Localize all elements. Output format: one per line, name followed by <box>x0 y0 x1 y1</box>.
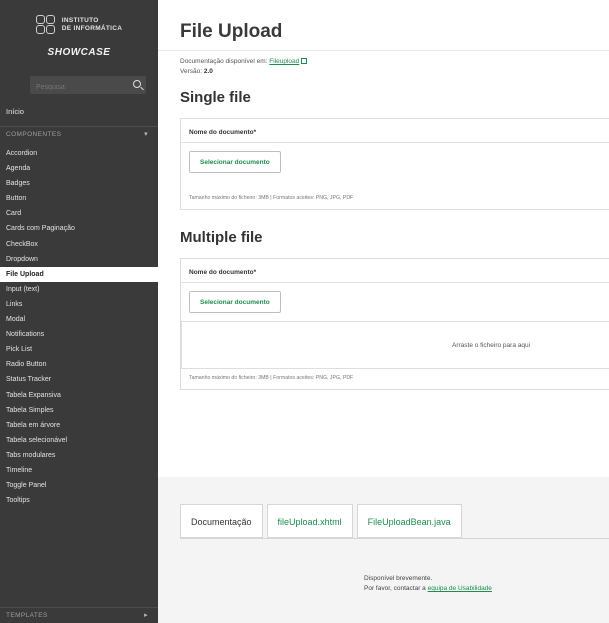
sidebar-item-badges[interactable]: Badges <box>0 176 158 191</box>
sidebar-item-tabela-simples[interactable]: Tabela Simples <box>0 403 158 418</box>
notice-line-1: Disponível brevemente. <box>364 575 433 582</box>
notice-line-2: Por favor, contactar a equipa de Usabili… <box>364 584 492 594</box>
sidebar-item-links[interactable]: Links <box>0 297 158 312</box>
availability-notice: Disponível brevemente. Por favor, contac… <box>364 574 492 594</box>
multiple-field-label: Nome do documento* <box>189 269 257 276</box>
templates-header-label: TEMPLATES <box>6 612 48 619</box>
title-divider <box>158 50 609 51</box>
tab-fileuploadbean-java[interactable]: FileUploadBean.java <box>356 504 462 538</box>
search-input[interactable] <box>30 78 146 97</box>
templates-section-header[interactable]: TEMPLATES ▸ <box>0 607 158 623</box>
multiple-file-card: Nome do documento* Selecionar documento … <box>180 258 609 390</box>
caret-right-icon: ▸ <box>144 612 148 619</box>
logo-line-2: DE INFORMÁTICA <box>61 25 123 32</box>
sidebar-item-card[interactable]: Card <box>0 206 158 221</box>
sidebar-item-modal[interactable]: Modal <box>0 312 158 327</box>
single-select-document-button[interactable]: Selecionar documento <box>189 151 281 173</box>
main-content: File Upload Documentação disponível em: … <box>158 0 609 623</box>
tab-panel-divider <box>180 538 609 539</box>
nav-inicio[interactable]: Início <box>0 104 158 120</box>
sidebar-item-accordion[interactable]: Accordion <box>0 146 158 161</box>
sidebar-item-notifications[interactable]: Notifications <box>0 327 158 342</box>
documentation-line: Documentação disponível em: Fileupload <box>180 58 609 65</box>
multiple-file-heading: Multiple file <box>180 229 263 246</box>
logo[interactable]: INSTITUTO DE INFORMÁTICA <box>0 0 158 44</box>
sidebar-item-cards-com-paginacao[interactable]: Cards com Paginação <box>0 221 158 236</box>
sidebar-item-dropdown[interactable]: Dropdown <box>0 252 158 267</box>
sidebar-item-tabela-selecionavel[interactable]: Tabela selecionável <box>0 433 158 448</box>
logo-line-1: INSTITUTO <box>61 17 99 24</box>
sidebar: INSTITUTO DE INFORMÁTICA SHOWCASE Início… <box>0 0 158 623</box>
single-file-heading: Single file <box>180 89 251 106</box>
search-icon[interactable] <box>133 80 141 88</box>
drop-zone[interactable]: Arraste o ficheiro para aqui <box>181 321 609 369</box>
page-title: File Upload <box>180 21 283 42</box>
code-tabs-section: Documentação fileUpload.xhtml FileUpload… <box>158 477 609 623</box>
components-section-header[interactable]: COMPONENTES ▾ <box>0 126 158 142</box>
components-header-label: COMPONENTES <box>6 131 62 138</box>
sidebar-item-tabela-expansiva[interactable]: Tabela Expansiva <box>0 388 158 403</box>
multiple-select-document-button[interactable]: Selecionar documento <box>189 291 281 313</box>
sidebar-item-input-text[interactable]: Input (text) <box>0 282 158 297</box>
logo-icon <box>35 15 56 35</box>
sidebar-item-timeline[interactable]: Timeline <box>0 463 158 478</box>
single-field-divider <box>181 142 609 143</box>
version-value: 2.0 <box>203 68 213 75</box>
documentation-prefix: Documentação disponível em: <box>180 58 270 65</box>
components-list: Accordion Agenda Badges Button Card Cards com… <box>0 146 158 508</box>
sidebar-item-button[interactable]: Button <box>0 191 158 206</box>
sidebar-item-tooltips[interactable]: Tooltips <box>0 493 158 508</box>
sidebar-item-agenda[interactable]: Agenda <box>0 161 158 176</box>
sidebar-item-status-tracker[interactable]: Status Tracker <box>0 372 158 387</box>
tab-fileupload-xhtml[interactable]: fileUpload.xhtml <box>266 504 353 538</box>
sidebar-item-file-upload[interactable]: File Upload <box>0 266 158 282</box>
showcase-title: SHOWCASE <box>47 47 111 58</box>
external-link-icon <box>301 58 308 64</box>
documentation-link[interactable]: Fileupload <box>269 58 299 65</box>
sidebar-item-tabs-modulares[interactable]: Tabs modulares <box>0 448 158 463</box>
sidebar-item-checkbox[interactable]: CheckBox <box>0 237 158 252</box>
single-field-label: Nome do documento* <box>189 129 257 136</box>
caret-down-icon: ▾ <box>144 131 148 138</box>
notice-line-2-prefix: Por favor, contactar a <box>364 585 428 592</box>
sidebar-item-tabela-em-arvore[interactable]: Tabela em árvore <box>0 418 158 433</box>
single-file-card: Nome do documento* Selecionar documento … <box>180 118 609 210</box>
drop-zone-text: Arraste o ficheiro para aqui <box>452 341 531 349</box>
tab-bar: Documentação fileUpload.xhtml FileUpload… <box>180 504 462 538</box>
search-box <box>30 76 146 97</box>
sidebar-item-radio-button[interactable]: Radio Button <box>0 357 158 372</box>
usability-team-link[interactable]: equipa de Usabilidade <box>428 585 492 592</box>
single-file-hint: Tamanho máximo do ficheiro: 3MB | Format… <box>189 195 354 201</box>
multiple-file-hint: Tamanho máximo do ficheiro: 3MB | Format… <box>189 375 354 381</box>
sidebar-item-pick-list[interactable]: Pick List <box>0 342 158 357</box>
version-label: Versão: <box>180 68 204 75</box>
multiple-field-divider <box>181 282 609 283</box>
sidebar-item-toggle-panel[interactable]: Toggle Panel <box>0 478 158 493</box>
version-line: Versão: 2.0 <box>180 68 609 75</box>
tab-documentacao[interactable]: Documentação <box>180 504 263 538</box>
